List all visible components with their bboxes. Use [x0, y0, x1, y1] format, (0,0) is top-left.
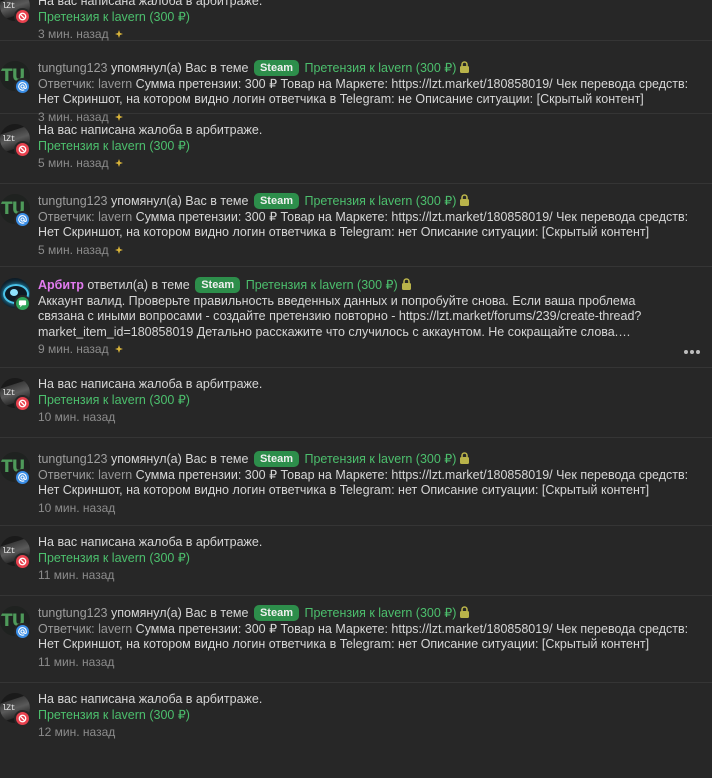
thread-link[interactable]: Претензия к lavern (300 ₽): [304, 452, 456, 466]
block-icon: [14, 710, 31, 727]
notification-body: Аккаунт валид. Проверьте правильность вв…: [38, 293, 642, 339]
at-icon: [14, 78, 31, 95]
notification-item[interactable]: lZt На вас написана жалоба в арбитраже. …: [0, 114, 712, 184]
action-text: упомянул(а) Вас в теме: [111, 194, 249, 208]
action-text: упомянул(а) Вас в теме: [111, 452, 249, 466]
notification-item[interactable]: TU tungtung123 упомянул(а) Вас в теме St…: [0, 596, 712, 683]
notification-body: Ответчик: lavern Сумма претензии: 300 ₽ …: [38, 467, 689, 498]
avatar[interactable]: lZt: [0, 378, 31, 414]
chat-icon: [14, 295, 31, 312]
block-icon: [14, 141, 31, 158]
timestamp: 10 мин. назад: [38, 500, 116, 515]
thread-link[interactable]: Претензия к lavern (300 ₽): [246, 278, 398, 292]
avatar[interactable]: lZt: [0, 536, 31, 572]
notification-item[interactable]: lZt На вас написана жалоба в арбитраже. …: [0, 368, 712, 438]
star-icon: [114, 345, 123, 354]
notification-text: На вас написана жалоба в арбитраже.: [38, 535, 263, 549]
timestamp: 11 мин. назад: [38, 654, 115, 669]
avatar[interactable]: TU: [0, 194, 31, 230]
thread-link[interactable]: Претензия к lavern (300 ₽): [304, 194, 456, 208]
action-text: упомянул(а) Вас в теме: [111, 606, 249, 620]
timestamp: 9 мин. назад: [38, 342, 109, 357]
star-icon: [114, 159, 123, 168]
notification-item[interactable]: lZt На вас написана жалоба в арбитраже. …: [0, 683, 712, 753]
notification-text: На вас написана жалоба в арбитраже.: [38, 123, 263, 137]
respondent-link[interactable]: lavern: [98, 210, 132, 224]
notification-item[interactable]: lZt На вас написана жалоба в арбитраже. …: [0, 526, 712, 596]
notification-text: На вас написана жалоба в арбитраже.: [38, 692, 263, 706]
thread-link[interactable]: Претензия к lavern (300 ₽): [38, 551, 190, 565]
avatar[interactable]: TU: [0, 452, 31, 488]
notification-body: Ответчик: lavern Сумма претензии: 300 ₽ …: [38, 209, 689, 240]
lock-icon: [460, 61, 470, 73]
thread-link[interactable]: Претензия к lavern (300 ₽): [38, 139, 190, 153]
at-icon: [14, 623, 31, 640]
notification-item[interactable]: TU tungtung123 упомянул(а) Вас в теме St…: [0, 438, 712, 526]
avatar[interactable]: TU: [0, 61, 31, 97]
timestamp: 11 мин. назад: [38, 568, 115, 583]
action-text: ответил(а) в теме: [87, 278, 190, 292]
timestamp: 5 мин. назад: [38, 242, 109, 257]
respondent-link[interactable]: lavern: [98, 468, 132, 482]
notification-item[interactable]: TU tungtung123 упомянул(а) Вас в теме St…: [0, 41, 712, 124]
star-icon: [114, 30, 123, 39]
notification-text: На вас написана жалоба в арбитраже.: [38, 377, 263, 391]
avatar[interactable]: lZt: [0, 124, 31, 160]
notification-item[interactable]: lZt На вас написана жалоба в арбитраже. …: [0, 0, 712, 41]
action-text: упомянул(а) Вас в теме: [111, 61, 249, 75]
username-link[interactable]: tungtung123: [38, 606, 108, 620]
steam-tag[interactable]: Steam: [253, 60, 299, 76]
thread-link[interactable]: Претензия к lavern (300 ₽): [304, 61, 456, 75]
username-link[interactable]: tungtung123: [38, 194, 108, 208]
steam-tag[interactable]: Steam: [195, 277, 241, 293]
avatar[interactable]: [0, 278, 31, 314]
thread-link[interactable]: Претензия к lavern (300 ₽): [38, 708, 190, 722]
steam-tag[interactable]: Steam: [253, 193, 299, 209]
timestamp: 12 мин. назад: [38, 725, 116, 740]
steam-tag[interactable]: Steam: [253, 451, 299, 467]
block-icon: [14, 8, 31, 25]
lock-icon: [460, 452, 470, 464]
avatar[interactable]: lZt: [0, 693, 31, 729]
notification-item[interactable]: Арбитр ответил(а) в теме Steam Претензия…: [0, 267, 712, 368]
timestamp: 5 мин. назад: [38, 156, 109, 171]
thread-link[interactable]: Претензия к lavern (300 ₽): [304, 606, 456, 620]
notification-list: lZt На вас написана жалоба в арбитраже. …: [0, 0, 712, 753]
lock-icon: [401, 278, 411, 290]
block-icon: [14, 395, 31, 412]
thread-link[interactable]: Претензия к lavern (300 ₽): [38, 393, 190, 407]
avatar[interactable]: lZt: [0, 0, 31, 27]
username-link[interactable]: tungtung123: [38, 452, 108, 466]
at-icon: [14, 469, 31, 486]
username-link[interactable]: tungtung123: [38, 61, 108, 75]
avatar[interactable]: TU: [0, 606, 31, 642]
timestamp: 3 мин. назад: [38, 27, 109, 42]
more-icon[interactable]: [684, 343, 704, 354]
thread-link[interactable]: Претензия к lavern (300 ₽): [38, 10, 190, 24]
notification-body: Ответчик: lavern Сумма претензии: 300 ₽ …: [38, 621, 689, 652]
notification-body: Ответчик: lavern Сумма претензии: 300 ₽ …: [38, 76, 689, 107]
respondent-link[interactable]: lavern: [98, 77, 132, 91]
star-icon: [114, 245, 123, 254]
lock-icon: [460, 606, 470, 618]
timestamp: 10 мин. назад: [38, 410, 116, 425]
respondent-link[interactable]: lavern: [98, 622, 132, 636]
notification-text: На вас написана жалоба в арбитраже.: [38, 0, 263, 8]
username-link[interactable]: Арбитр: [38, 278, 84, 292]
at-icon: [14, 211, 31, 228]
lock-icon: [460, 194, 470, 206]
block-icon: [14, 553, 31, 570]
steam-tag[interactable]: Steam: [253, 605, 299, 621]
notification-item[interactable]: TU tungtung123 упомянул(а) Вас в теме St…: [0, 184, 712, 267]
